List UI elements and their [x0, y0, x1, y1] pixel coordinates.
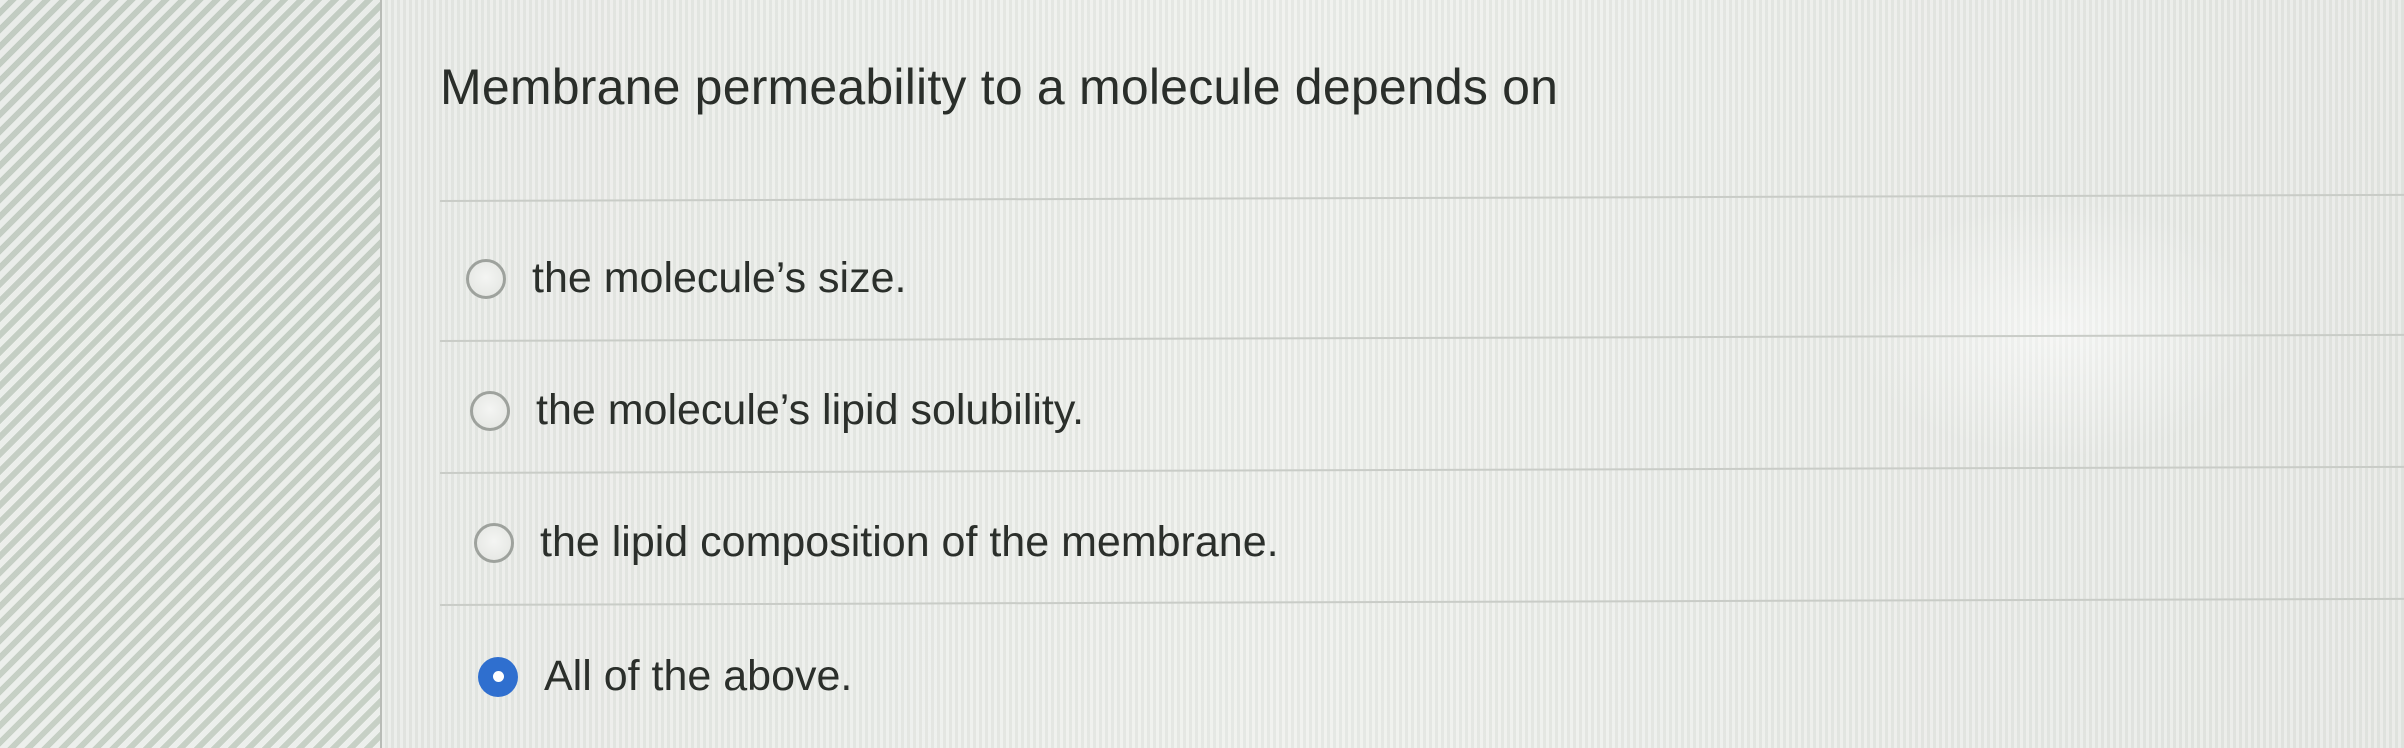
answer-option-1[interactable]: the molecule’s size. — [466, 254, 906, 303]
radio-button-unselected[interactable] — [470, 390, 510, 431]
screen-glare — [1850, 200, 2270, 460]
answer-option-3[interactable]: the lipid composition of the membrane. — [474, 518, 1279, 567]
question-prompt: Membrane permeability to a molecule depe… — [440, 59, 1559, 115]
left-gutter — [0, 0, 380, 748]
answer-option-label: the molecule’s lipid solubility. — [536, 386, 1085, 434]
radio-button-selected[interactable] — [478, 656, 518, 697]
answer-option-label: the molecule’s size. — [532, 254, 907, 302]
answer-option-label: the lipid composition of the membrane. — [540, 518, 1279, 566]
radio-button-unselected[interactable] — [474, 522, 514, 563]
answer-option-2[interactable]: the molecule’s lipid solubility. — [470, 386, 1084, 435]
answer-option-label: All of the above. — [544, 652, 853, 700]
answer-option-4[interactable]: All of the above. — [478, 652, 852, 701]
radio-button-unselected[interactable] — [466, 258, 506, 299]
